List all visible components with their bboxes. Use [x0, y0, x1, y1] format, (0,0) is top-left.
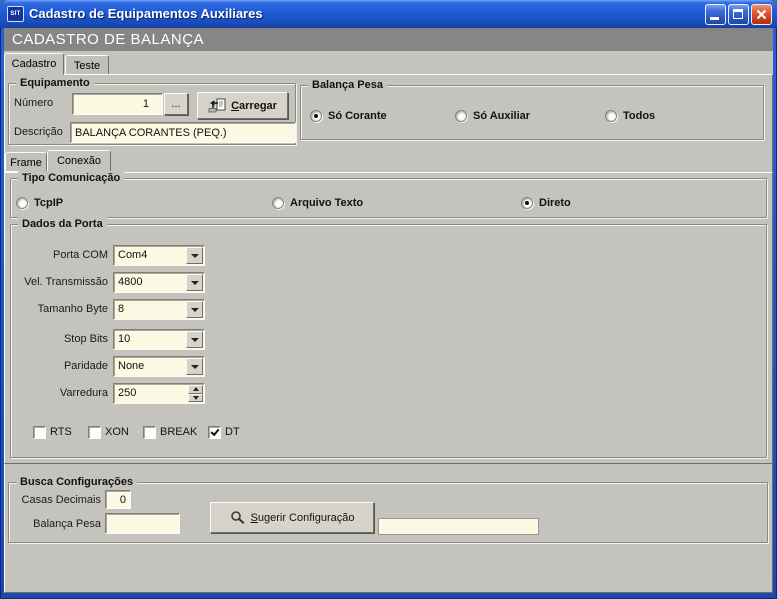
numero-input[interactable] [72, 93, 163, 115]
tamanho-byte-combo[interactable]: 8 [113, 299, 205, 320]
tab-conexao[interactable]: Conexão [47, 150, 111, 173]
balanca-pesa-busca-label: Balança Pesa [4, 518, 101, 530]
descricao-label: Descrição [14, 126, 63, 138]
checkbox-rts-label: RTS [50, 426, 72, 438]
radio-direto[interactable]: Direto [521, 196, 571, 210]
checkbox-icon [143, 426, 156, 439]
descricao-input[interactable] [70, 122, 296, 143]
dados-porta-group-title: Dados da Porta [18, 217, 107, 231]
spin-down-icon[interactable] [188, 394, 203, 403]
dropdown-arrow-icon[interactable] [186, 301, 203, 318]
radio-direto-label: Direto [539, 197, 571, 209]
radio-so-auxiliar[interactable]: Só Auxiliar [455, 109, 530, 123]
radio-so-corante-label: Só Corante [328, 110, 387, 122]
checkbox-dt-label: DT [225, 426, 240, 438]
minimize-icon [710, 17, 719, 20]
client-area: CADASTRO DE BALANÇA Cadastro Teste Equip… [4, 28, 773, 593]
radio-tcpip-label: TcpIP [34, 197, 63, 209]
stop-bits-value: 10 [118, 333, 130, 345]
checkbox-rts[interactable]: RTS [33, 425, 72, 439]
balanca-pesa-busca-input[interactable] [105, 513, 180, 534]
casas-decimais-input[interactable] [105, 490, 131, 509]
checkbox-icon [88, 426, 101, 439]
vel-transmissao-combo[interactable]: 4800 [113, 272, 205, 293]
sugerir-configuracao-button[interactable]: Sugerir Configuração [210, 502, 374, 533]
checkbox-icon [208, 426, 221, 439]
porta-com-label: Porta COM [4, 249, 108, 261]
radio-icon [455, 110, 467, 122]
paridade-combo[interactable]: None [113, 356, 205, 377]
checkbox-break-label: BREAK [160, 426, 197, 438]
radio-todos[interactable]: Todos [605, 109, 655, 123]
radio-arquivo-texto-label: Arquivo Texto [290, 197, 363, 209]
vel-transmissao-value: 4800 [118, 276, 142, 288]
vel-transmissao-label: Vel. Transmissão [4, 276, 108, 288]
checkbox-xon-label: XON [105, 426, 129, 438]
varredura-value: 250 [118, 387, 136, 399]
close-icon [752, 5, 771, 24]
title-bar[interactable]: SIT Cadastro de Equipamentos Auxiliares [0, 0, 777, 28]
paridade-value: None [118, 360, 144, 372]
tipo-comunicacao-group-title: Tipo Comunicação [18, 171, 124, 185]
radio-icon [16, 197, 28, 209]
tamanho-byte-label: Tamanho Byte [4, 303, 108, 315]
carregar-button-label: Carregar [231, 100, 277, 112]
page-title: CADASTRO DE BALANÇA [4, 28, 773, 51]
minimize-button[interactable] [705, 4, 726, 25]
numero-label: Número [14, 97, 53, 109]
varredura-spinner[interactable]: 250 [113, 383, 205, 404]
equipamento-group-title: Equipamento [16, 76, 94, 90]
radio-icon [310, 110, 322, 122]
casas-decimais-label: Casas Decimais [4, 494, 101, 506]
spin-up-icon[interactable] [188, 385, 203, 394]
radio-icon [605, 110, 617, 122]
search-icon [230, 510, 246, 526]
busca-configuracoes-group-title: Busca Configurações [16, 475, 137, 489]
tab-teste[interactable]: Teste [65, 55, 109, 75]
radio-so-corante[interactable]: Só Corante [310, 109, 387, 123]
app-icon: SIT [7, 6, 24, 22]
radio-so-auxiliar-label: Só Auxiliar [473, 110, 530, 122]
window-controls [705, 4, 772, 25]
tab-cadastro[interactable]: Cadastro [4, 53, 64, 75]
checkbox-dt[interactable]: DT [208, 425, 240, 439]
checkbox-break[interactable]: BREAK [143, 425, 197, 439]
radio-icon [272, 197, 284, 209]
resultado-field [378, 518, 539, 535]
dropdown-arrow-icon[interactable] [186, 331, 203, 348]
radio-tcpip[interactable]: TcpIP [16, 196, 63, 210]
checkbox-icon [33, 426, 46, 439]
spinner-buttons [188, 385, 203, 402]
varredura-label: Varredura [4, 387, 108, 399]
checkbox-xon[interactable]: XON [88, 425, 129, 439]
stop-bits-label: Stop Bits [4, 333, 108, 345]
browse-button-label: ... [171, 98, 180, 110]
maximize-button[interactable] [728, 4, 749, 25]
window-title: Cadastro de Equipamentos Auxiliares [29, 6, 263, 21]
close-button[interactable] [751, 4, 772, 25]
tipo-comunicacao-group: Tipo Comunicação [10, 178, 767, 218]
balanca-pesa-group-title: Balança Pesa [308, 78, 387, 92]
radio-arquivo-texto[interactable]: Arquivo Texto [272, 196, 363, 210]
paridade-label: Paridade [4, 360, 108, 372]
dropdown-arrow-icon[interactable] [186, 247, 203, 264]
application-window: SIT Cadastro de Equipamentos Auxiliares … [0, 0, 777, 599]
tab-frame[interactable]: Frame [5, 152, 47, 172]
dropdown-arrow-icon[interactable] [186, 274, 203, 291]
radio-todos-label: Todos [623, 110, 655, 122]
porta-com-combo[interactable]: Com4 [113, 245, 205, 266]
radio-icon [521, 197, 533, 209]
tamanho-byte-value: 8 [118, 303, 124, 315]
load-icon [208, 98, 226, 114]
sugerir-configuracao-label: Sugerir Configuração [251, 512, 355, 524]
maximize-icon [733, 9, 743, 19]
stop-bits-combo[interactable]: 10 [113, 329, 205, 350]
dropdown-arrow-icon[interactable] [186, 358, 203, 375]
porta-com-value: Com4 [118, 249, 147, 261]
carregar-button[interactable]: Carregar [197, 92, 288, 119]
browse-button[interactable]: ... [164, 93, 188, 115]
